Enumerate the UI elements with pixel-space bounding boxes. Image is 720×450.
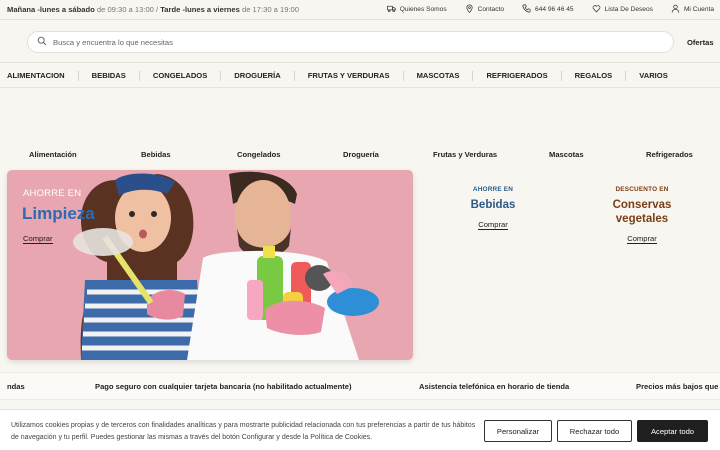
account-link[interactable]: Mi Cuenta: [671, 4, 714, 15]
cookie-text: Utilizamos cookies propias y de terceros…: [11, 422, 476, 441]
tab-mascotas[interactable]: Mascotas: [549, 150, 584, 159]
truck-icon: [386, 4, 396, 15]
nav-item-frutas-verduras[interactable]: FRUTAS Y VERDURAS: [293, 70, 403, 81]
marquee-item: ndas: [7, 382, 25, 391]
contact-link-label: Contacto: [477, 6, 505, 13]
store-hours: Mañana -lunes a sábado de 09:30 a 13:00 …: [7, 5, 299, 14]
ofertas-link[interactable]: Ofertas: [687, 38, 714, 47]
about-link-label: Quienes Somos: [399, 6, 447, 13]
location-pin-icon: [465, 4, 474, 15]
nav-item-bebidas[interactable]: BEBIDAS: [77, 70, 139, 81]
tab-bebidas[interactable]: Bebidas: [141, 150, 171, 159]
hero-comprar-link[interactable]: Comprar: [23, 234, 53, 244]
category-tabs: Alimentación Bebidas Congelados Droguerí…: [0, 150, 720, 162]
marquee-item: Pago seguro con cualquier tarjeta bancar…: [95, 382, 352, 391]
promo-bebidas-comprar-link[interactable]: Comprar: [478, 220, 508, 230]
top-bar: Mañana -lunes a sábado de 09:30 a 13:00 …: [0, 0, 720, 20]
nav-item-alimentacion[interactable]: ALIMENTACION: [7, 71, 78, 81]
tab-frutas-verduras[interactable]: Frutas y Verduras: [433, 150, 497, 159]
hours-afternoon-label: Tarde -lunes a viernes: [160, 5, 240, 14]
account-link-label: Mi Cuenta: [683, 6, 714, 13]
promo-conservas-title-line2: vegetales: [615, 213, 669, 225]
hours-morning-time: de 09:30 a 13:00 /: [94, 5, 161, 14]
nav-item-varios[interactable]: VARIOS: [625, 70, 681, 81]
search-icon: [37, 33, 47, 51]
marquee-item: Asistencia telefónica en horario de tien…: [419, 382, 570, 391]
wishlist-link[interactable]: Lista De Deseos: [592, 4, 653, 15]
hero-banner-limpieza[interactable]: AHORRE EN Limpieza Comprar: [7, 170, 413, 360]
search-bar[interactable]: [27, 31, 674, 53]
contact-link[interactable]: Contacto: [465, 4, 504, 15]
phone-link[interactable]: 644 96 46 45: [522, 4, 574, 15]
nav-item-drogueria[interactable]: DROGUERÍA: [220, 70, 293, 81]
benefits-marquee: ndas Pago seguro con cualquier tarjeta b…: [0, 372, 720, 400]
personalizar-button[interactable]: Personalizar: [484, 420, 552, 442]
promo-conservas-kicker: DESCUENTO EN: [615, 186, 669, 193]
promo-conservas[interactable]: DESCUENTO EN Conservas vegetales Comprar: [582, 186, 702, 246]
category-nav: ALIMENTACION BEBIDAS CONGELADOS DROGUERÍ…: [0, 64, 720, 88]
wishlist-link-label: Lista De Deseos: [604, 6, 653, 13]
hours-afternoon-time: de 17:30 a 19:00: [239, 5, 299, 14]
nav-item-regalos[interactable]: REGALOS: [560, 70, 626, 81]
cookie-banner: Utilizamos cookies propias y de terceros…: [0, 409, 720, 450]
heart-icon: [592, 4, 601, 15]
top-links: Quienes Somos Contacto 644 96 46 45 List…: [386, 4, 714, 15]
search-row: Ofertas: [0, 21, 720, 63]
promo-conservas-title: Conservas vegetales: [582, 198, 702, 226]
accept-all-button[interactable]: Aceptar todo: [637, 420, 708, 442]
hours-morning-label: Mañana -lunes a sábado: [7, 5, 95, 14]
search-input[interactable]: [53, 37, 653, 47]
promo-conservas-title-line1: Conservas: [612, 199, 672, 211]
nav-item-refrigerados[interactable]: REFRIGERADOS: [472, 70, 560, 81]
phone-number: 644 96 46 45: [535, 6, 574, 13]
promo-conservas-comprar-link[interactable]: Comprar: [627, 234, 657, 244]
tab-congelados[interactable]: Congelados: [237, 150, 280, 159]
reject-all-button[interactable]: Rechazar todo: [557, 420, 632, 442]
marquee-item: Precios más bajos que: [636, 382, 719, 391]
tab-refrigerados[interactable]: Refrigerados: [646, 150, 693, 159]
promo-bebidas-kicker: AHORRE EN: [472, 186, 514, 193]
promo-bebidas[interactable]: AHORRE EN Bebidas Comprar: [433, 186, 553, 232]
tab-drogueria[interactable]: Droguería: [343, 150, 379, 159]
hero-kicker: AHORRE EN: [23, 188, 82, 199]
about-link[interactable]: Quienes Somos: [386, 4, 447, 15]
hero-title: Limpieza: [22, 204, 95, 223]
tab-alimentacion[interactable]: Alimentación: [29, 150, 77, 159]
nav-item-congelados[interactable]: CONGELADOS: [138, 70, 220, 81]
nav-item-mascotas[interactable]: MASCOTAS: [402, 70, 473, 81]
user-icon: [671, 4, 680, 15]
promo-bebidas-title: Bebidas: [470, 199, 516, 211]
phone-icon: [522, 4, 531, 15]
